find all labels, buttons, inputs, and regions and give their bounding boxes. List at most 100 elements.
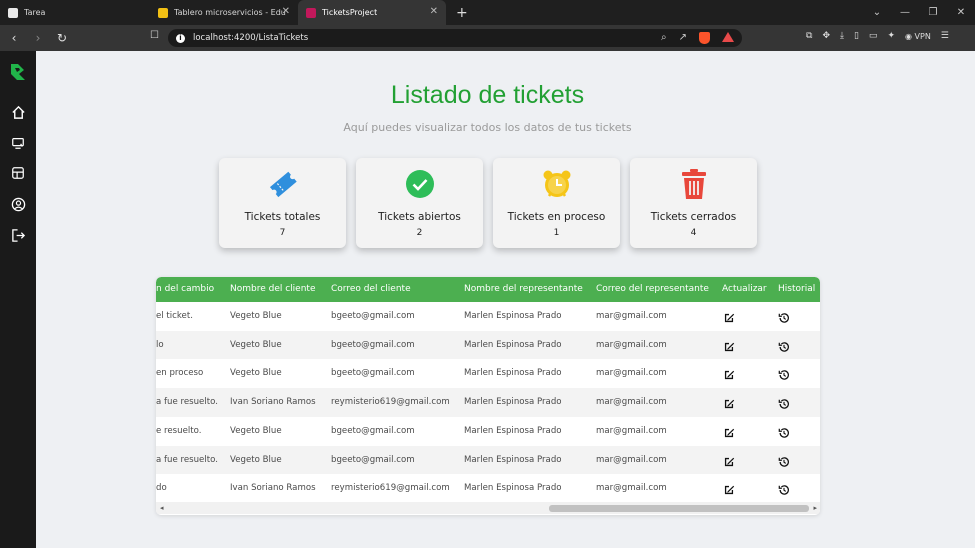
rewards-icon[interactable] (722, 32, 734, 42)
close-tab-icon[interactable]: ✕ (430, 6, 438, 17)
maximize-icon[interactable]: ❐ (919, 7, 947, 18)
table-header: n del cambio Nombre del cliente Correo d… (156, 277, 820, 302)
table-cell: reymisterio619@gmail.com (331, 483, 450, 494)
history-icon[interactable] (778, 424, 790, 438)
logout-icon[interactable] (9, 226, 27, 244)
app-logo-icon[interactable] (8, 62, 28, 86)
puzzle-icon[interactable]: ✥ (822, 31, 830, 41)
table-cell: mar@gmail.com (596, 311, 667, 321)
sidebar-toggle-icon[interactable]: ▯ (854, 31, 859, 41)
table-row: a fue resuelto. Vegeto Blue bgeeto@gmail.c… (156, 445, 820, 475)
address-bar[interactable]: i localhost:4200/ListaTickets ⌕ ↗ (168, 29, 742, 47)
close-tab-icon[interactable]: ✕ (282, 6, 290, 17)
tab-label: TicketsProject (322, 8, 378, 17)
column-header: Correo del representante (596, 284, 709, 294)
card-in-progress-tickets[interactable]: Tickets en proceso 1 (493, 158, 620, 248)
history-icon[interactable] (778, 395, 790, 409)
card-value: 1 (553, 228, 560, 238)
table-cell: a fue resuelto. (156, 397, 218, 408)
card-total-tickets[interactable]: Tickets totales 7 (219, 158, 346, 248)
bookmark-icon[interactable]: ☐ (150, 30, 159, 41)
tab-label: Tarea (24, 8, 46, 17)
table-cell: en proceso (156, 368, 204, 379)
table-cell: el ticket. (156, 311, 193, 321)
tab-favicon-icon (8, 7, 18, 18)
main-content: Listado de tickets Aquí puedes visualiza… (36, 51, 975, 548)
wallet-icon[interactable]: ▭ (869, 31, 878, 41)
table-cell: a fue resuelto. (156, 454, 218, 465)
horizontal-scrollbar[interactable]: ◂ ▸ (156, 502, 820, 514)
tab-favicon-icon (158, 7, 168, 18)
leo-icon[interactable]: ✦ (887, 31, 895, 41)
browser-tab[interactable]: Tarea (0, 0, 150, 25)
card-open-tickets[interactable]: Tickets abiertos 2 (356, 158, 483, 248)
table-cell: Vegeto Blue (230, 368, 282, 379)
scrollbar-thumb[interactable] (549, 505, 809, 512)
tickets-icon[interactable] (9, 134, 27, 152)
grid-icon[interactable] (9, 164, 27, 182)
column-header: n del cambio (156, 284, 215, 294)
back-icon[interactable]: ‹ (4, 31, 24, 45)
tickets-table: n del cambio Nombre del cliente Correo d… (156, 277, 820, 515)
edit-icon[interactable] (723, 309, 735, 323)
menu-icon[interactable]: ☰ (941, 31, 949, 41)
history-icon[interactable] (778, 453, 790, 467)
minimize-icon[interactable]: — (891, 7, 919, 18)
site-info-icon[interactable]: i (176, 33, 185, 43)
browser-toolbar: ‹ › ↻ ☐ i localhost:4200/ListaTickets ⌕ … (0, 25, 975, 51)
table-cell: Vegeto Blue (230, 339, 282, 350)
table-cell: mar@gmail.com (596, 397, 667, 408)
table-cell: bgeeto@gmail.com (331, 454, 415, 465)
table-cell: Vegeto Blue (230, 454, 282, 465)
extensions-area: ⧉ ✥ ⤓ ▯ ▭ ✦ ◉ VPN ☰ (806, 31, 949, 41)
scroll-right-icon[interactable]: ▸ (813, 504, 817, 512)
history-icon[interactable] (778, 338, 790, 352)
card-label: Tickets totales (244, 211, 321, 223)
vpn-button[interactable]: ◉ VPN (905, 32, 931, 41)
tab-list-chevron-icon[interactable]: ⌄ (863, 7, 891, 18)
download-icon[interactable]: ⤓ (840, 31, 844, 41)
history-icon[interactable] (778, 366, 790, 381)
table-cell: bgeeto@gmail.com (331, 425, 415, 436)
edit-icon[interactable] (723, 395, 735, 409)
forward-icon[interactable]: › (28, 31, 48, 45)
edit-icon[interactable] (723, 453, 735, 466)
browser-tab-bar: Tarea Tablero microservicios - Eduardo S… (0, 0, 975, 25)
column-header: Actualizar (722, 284, 767, 294)
table-row: en proceso Vegeto Blue bgeeto@gmail.com Mar… (156, 359, 820, 389)
edit-icon[interactable] (723, 338, 735, 351)
share-icon[interactable]: ↗ (679, 32, 687, 44)
new-tab-icon[interactable]: + (456, 5, 468, 21)
card-label: Tickets en proceso (507, 211, 606, 223)
table-cell: bgeeto@gmail.com (331, 368, 415, 379)
close-window-icon[interactable]: ✕ (947, 7, 975, 18)
search-icon[interactable]: ⌕ (661, 32, 667, 44)
alarm-clock-icon (493, 168, 620, 200)
table-cell: Marlen Espinosa Prado (464, 311, 562, 321)
table-row: do Ivan Soriano Ramos reymisterio619@gmail… (156, 474, 820, 503)
card-value: 4 (690, 228, 697, 238)
table-cell: Vegeto Blue (230, 311, 282, 321)
page-subtitle: Aquí puedes visualizar todos los datos d… (343, 121, 632, 134)
home-icon[interactable] (9, 103, 27, 121)
edit-icon[interactable] (723, 366, 735, 380)
history-icon[interactable] (778, 481, 790, 495)
browser-tab-active[interactable]: TicketsProject ✕ (298, 0, 446, 25)
edit-icon[interactable] (723, 481, 735, 495)
page-title: Listado de tickets (390, 81, 585, 109)
tab-label: Tablero microservicios - Eduardo So (174, 8, 286, 17)
table-cell: reymisterio619@gmail.com (331, 397, 450, 408)
card-closed-tickets[interactable]: Tickets cerrados 4 (630, 158, 757, 248)
table-cell: Ivan Soriano Ramos (230, 397, 316, 408)
reload-icon[interactable]: ↻ (52, 31, 72, 45)
brave-shield-icon[interactable] (699, 32, 710, 44)
browser-tab[interactable]: Tablero microservicios - Eduardo So ✕ (150, 0, 298, 25)
edit-icon[interactable] (723, 424, 735, 437)
card-label: Tickets abiertos (378, 211, 461, 223)
history-icon[interactable] (778, 309, 790, 323)
extensions-icon[interactable]: ⧉ (806, 31, 812, 41)
table-cell: do (156, 483, 167, 494)
user-circle-icon[interactable] (9, 195, 27, 213)
card-value: 7 (279, 228, 286, 238)
scroll-left-icon[interactable]: ◂ (160, 504, 164, 512)
